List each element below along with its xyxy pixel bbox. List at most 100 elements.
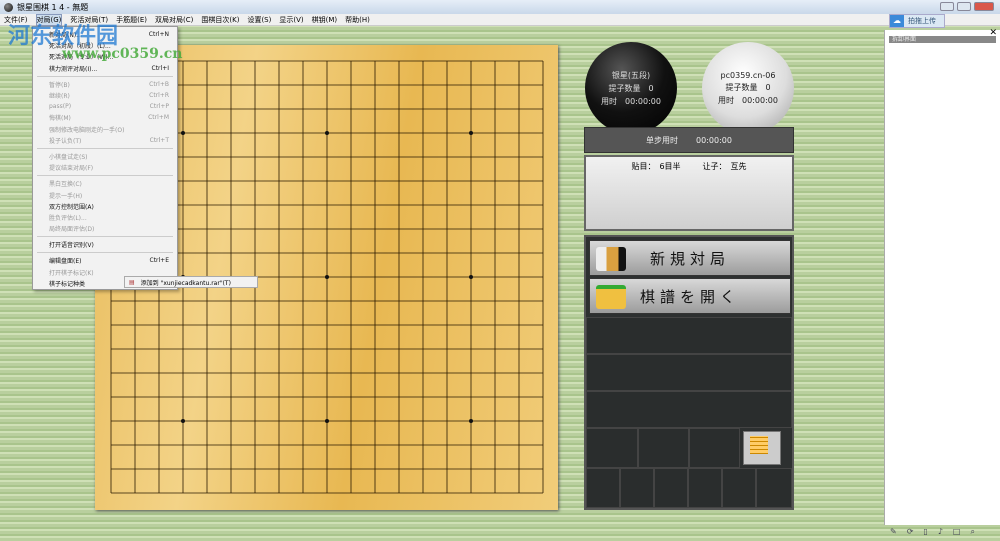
close-panel-icon[interactable]: ✕ (989, 28, 997, 38)
menu-key[interactable]: 棋钥(M) (312, 15, 338, 25)
menu-item[interactable]: pass(P) Ctrl+P (33, 101, 177, 112)
refresh-icon[interactable]: ⟳ (907, 527, 914, 537)
side-panel: ✕ 拆卸界面 (884, 28, 1000, 525)
menu-item-label: 悔棋(M) (49, 115, 71, 123)
menu-item[interactable]: 投子认负(T) Ctrl+T (33, 135, 177, 146)
menu-item-label: 双方控制范围(A) (49, 203, 94, 211)
menu-item[interactable]: 打开语音识别(V) (33, 239, 177, 250)
menu-item[interactable]: 黑白互换(C) (33, 178, 177, 189)
panel-slot (586, 317, 792, 354)
search-icon[interactable]: ⌕ (970, 527, 974, 537)
step-time-value: 00:00:00 (696, 135, 732, 145)
menu-contents[interactable]: 围棋目次(K) (201, 15, 239, 25)
panel-slot (586, 428, 638, 468)
menu-separator (37, 75, 173, 77)
black-time: 用时 00:00:00 (601, 96, 661, 106)
menu-item[interactable]: 局终局面评估(D) (33, 223, 177, 234)
komi: 贴目： 6目半 (631, 162, 681, 171)
menu-item[interactable]: 提示一手(H) (33, 189, 177, 200)
button-panel: 新規対局 棋譜を開く (584, 235, 794, 510)
panel-slot (688, 468, 722, 508)
app-logo-icon (4, 2, 13, 12)
open-record-button[interactable]: 棋譜を開く (589, 278, 791, 314)
black-captures: 提子数量 0 (608, 83, 654, 93)
tray-icons: ✎ ⟳ ▯ ♪ □ ⌕ (890, 527, 975, 537)
clipboard-icon[interactable]: ▯ (923, 527, 927, 537)
speaker-icon[interactable]: ♪ (938, 527, 943, 537)
upload-button[interactable]: ☁ 拍拖上传 (889, 14, 945, 28)
menu-separator (37, 236, 173, 238)
black-player-stone: 银星(五段) 提子数量 0 用时 00:00:00 (585, 42, 677, 134)
panel-slot (586, 354, 792, 391)
menu-item-shortcut: Ctrl+I (151, 64, 169, 72)
menu-bar: 文件(F) 对局(G) 死活对局(T) 手筋题(E) 双局对局(C) 围棋目次(… (0, 13, 1000, 26)
title-bar: 银星围棋 1 4 - 無題 (0, 0, 1000, 14)
star-point (469, 419, 473, 423)
menu-item-label: 提议结束对局(F) (49, 165, 94, 173)
menu-item-label: 胜负评估(L)... (49, 214, 87, 222)
menu-item-label: 投子认负(T) (49, 137, 82, 145)
menu-item-shortcut: Ctrl+B (149, 80, 169, 88)
panel-slot (756, 468, 792, 508)
black-player-name: 银星(五段) (611, 70, 651, 80)
menu-separator (37, 252, 173, 254)
maximize-button[interactable] (957, 2, 971, 11)
panel-slot (689, 428, 740, 468)
menu-item-label: pass(P) (49, 103, 72, 111)
menu-item[interactable]: 提议结束对局(F) (33, 162, 177, 173)
white-time: 用时 00:00:00 (718, 95, 778, 105)
menu-item[interactable]: 悔棋(M) Ctrl+M (33, 112, 177, 123)
panel-slot (722, 468, 756, 508)
menu-item-label: 编辑盘面(E) (49, 258, 82, 266)
board-edit-button[interactable] (743, 431, 781, 465)
star-point (325, 131, 329, 135)
menu-separator (37, 147, 173, 149)
menu-item[interactable]: 强制修改电脑刚走的一手(O) (33, 124, 177, 135)
menu-item-label: 强制修改电脑刚走的一手(O) (49, 126, 125, 134)
archive-icon: ▤ (129, 278, 135, 286)
menu-item-label: 棋力测评对局(I)... (49, 65, 98, 73)
submenu-label: 添加到 "xunjiecadkantu.rar"(T) (140, 279, 231, 287)
menu-item[interactable]: 暂停(B) Ctrl+B (33, 79, 177, 90)
menu-tesuji[interactable]: 手筋题(E) (116, 15, 147, 25)
menu-view[interactable]: 显示(V) (279, 15, 303, 25)
menu-item[interactable]: 双方控制范围(A) (33, 201, 177, 212)
star-point (325, 419, 329, 423)
menu-item-shortcut: Ctrl+T (149, 136, 169, 144)
menu-separator (37, 175, 173, 177)
handicap: 让子： 互先 (702, 162, 747, 171)
go-board-stones-icon (596, 247, 626, 271)
white-player-name: pc0359.cn-06 (720, 70, 776, 80)
menu-item[interactable]: 小棋盘试走(S) (33, 151, 177, 162)
menu-item[interactable]: 继续(R) Ctrl+R (33, 90, 177, 101)
star-point (181, 131, 185, 135)
pin-icon[interactable]: ✎ (890, 527, 897, 537)
new-game-button[interactable]: 新規対局 (589, 240, 791, 276)
window-icon[interactable]: □ (953, 527, 961, 537)
close-button[interactable] (974, 2, 994, 11)
open-record-label: 棋譜を開く (639, 287, 740, 306)
menu-item-shortcut: Ctrl+E (149, 257, 170, 265)
star-point (469, 131, 473, 135)
board-edit-icon (750, 436, 768, 454)
menu-settings[interactable]: 设置(S) (247, 15, 271, 25)
menu-item-label: 暂停(B) (49, 81, 70, 89)
star-point (469, 275, 473, 279)
star-point (181, 419, 185, 423)
menu-item-label: 提示一手(H) (49, 192, 83, 200)
menu-item[interactable]: 胜负评估(L)... (33, 212, 177, 223)
side-panel-header: 拆卸界面 (889, 36, 996, 43)
menu-help[interactable]: 帮助(H) (345, 15, 370, 25)
menu-item-shortcut: Ctrl+R (149, 92, 169, 100)
panel-slot (654, 468, 688, 508)
folder-icon (596, 285, 626, 309)
menu-item-shortcut: Ctrl+P (149, 103, 169, 111)
menu-item[interactable]: 编辑盘面(E) Ctrl+E (33, 255, 177, 266)
minimize-button[interactable] (940, 2, 954, 11)
step-time-label: 单步用时 (646, 135, 679, 145)
menu-item[interactable]: 棋力测评对局(I)... Ctrl+I (33, 63, 177, 74)
menu-double[interactable]: 双局对局(C) (155, 15, 193, 25)
context-submenu-item[interactable]: ▤ 添加到 "xunjiecadkantu.rar"(T) (124, 276, 258, 288)
menu-item-label: 打开棋子标记(K) (49, 269, 94, 277)
cloud-icon: ☁ (890, 15, 904, 27)
